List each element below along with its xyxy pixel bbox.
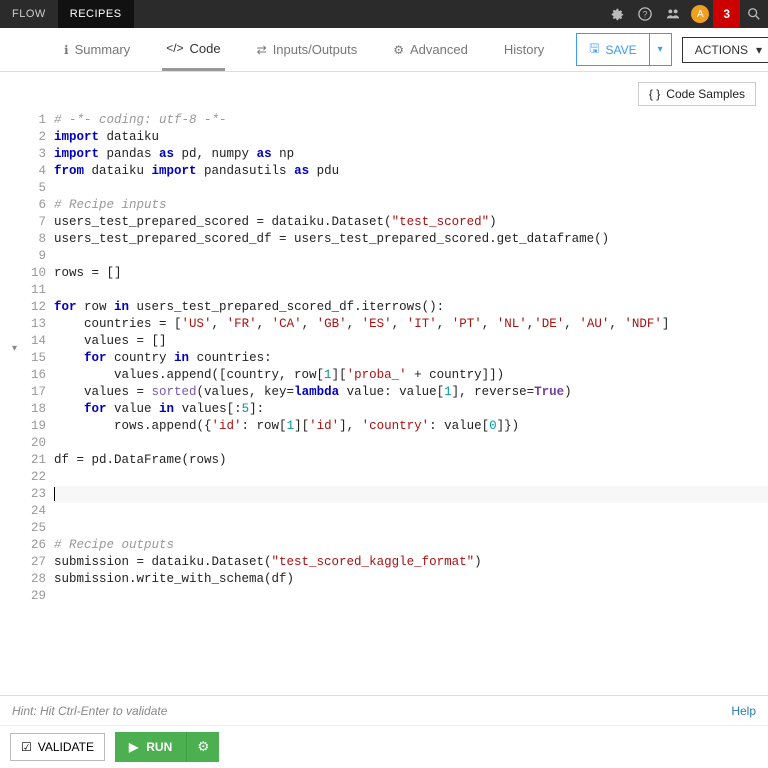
line-number: 19: [0, 418, 46, 435]
tab-history-label: History: [504, 42, 544, 57]
text-cursor: [54, 487, 55, 501]
global-top-bar: FLOW RECIPES ? A 3: [0, 0, 768, 28]
topnav-tabs: FLOW RECIPES: [0, 0, 134, 28]
recipe-subnav: ℹ Summary </> Code ⇄ Inputs/Outputs ⚙ Advanc…: [0, 28, 768, 72]
line-number: 6: [0, 197, 46, 214]
run-button-label: RUN: [146, 740, 172, 754]
search-icon[interactable]: [740, 0, 768, 28]
run-bar: ☑ VALIDATE ▶ RUN ⚙: [0, 726, 768, 768]
tab-code-label: Code: [190, 41, 221, 56]
actions-button[interactable]: ACTIONS ▾: [682, 37, 768, 63]
line-number: 26: [0, 537, 46, 554]
gear-icon[interactable]: [603, 0, 631, 28]
save-button[interactable]: 🖫 SAVE: [576, 33, 648, 66]
tab-advanced-label: Advanced: [410, 42, 468, 57]
tab-summary-label: Summary: [75, 42, 131, 57]
caret-down-icon: ▾: [756, 43, 762, 57]
save-button-group: 🖫 SAVE ▾: [576, 33, 671, 66]
line-number: 11: [0, 282, 46, 299]
save-icon: 🖫: [589, 39, 599, 60]
line-number: 28: [0, 571, 46, 588]
code-content[interactable]: # -*- coding: utf-8 -*- import dataiku i…: [54, 112, 768, 605]
actions-button-label: ACTIONS: [695, 43, 748, 57]
line-number: 10: [0, 265, 46, 282]
line-number: 4: [0, 163, 46, 180]
line-number: 2: [0, 129, 46, 146]
validate-button-label: VALIDATE: [38, 740, 94, 754]
help-icon[interactable]: ?: [631, 0, 659, 28]
line-number: 29: [0, 588, 46, 605]
code-editor-area: { }Code Samples ▾ 1234567891011121314151…: [0, 72, 768, 696]
line-number: 12: [0, 299, 46, 316]
line-number: 22: [0, 469, 46, 486]
hint-text: Hint: Hit Ctrl-Enter to validate: [12, 704, 167, 718]
braces-icon: { }: [649, 87, 660, 101]
line-number: 3: [0, 146, 46, 163]
tab-summary[interactable]: ℹ Summary: [60, 28, 134, 71]
line-number: 15: [0, 350, 46, 367]
validate-button[interactable]: ☑ VALIDATE: [10, 733, 105, 761]
caret-down-icon: ▾: [658, 44, 663, 55]
run-options-button[interactable]: ⚙: [186, 732, 219, 762]
tab-advanced[interactable]: ⚙ Advanced: [389, 28, 472, 71]
line-number: 5: [0, 180, 46, 197]
io-icon: ⇄: [257, 43, 267, 57]
help-link[interactable]: Help: [731, 704, 756, 718]
tab-code[interactable]: </> Code: [162, 28, 224, 71]
editor-footer: Hint: Hit Ctrl-Enter to validate Help: [0, 696, 768, 726]
tab-io[interactable]: ⇄ Inputs/Outputs: [253, 28, 362, 71]
run-button[interactable]: ▶ RUN: [115, 732, 186, 762]
notification-badge[interactable]: 3: [713, 0, 740, 28]
line-number: 1: [0, 112, 46, 129]
save-dropdown-button[interactable]: ▾: [649, 33, 672, 66]
line-number: 24: [0, 503, 46, 520]
gear-icon: ⚙: [197, 739, 209, 755]
line-number: 8: [0, 231, 46, 248]
play-icon: ▶: [129, 740, 138, 754]
tab-history[interactable]: History: [500, 28, 548, 71]
line-number: 16: [0, 367, 46, 384]
tab-io-label: Inputs/Outputs: [273, 42, 358, 57]
line-number-gutter: ▾ 12345678910111213141516171819202122232…: [0, 112, 54, 605]
line-number: 7: [0, 214, 46, 231]
code-editor[interactable]: ▾ 12345678910111213141516171819202122232…: [0, 72, 768, 605]
code-samples-label: Code Samples: [666, 87, 745, 101]
code-icon: </>: [166, 41, 183, 55]
topnav-tab-recipes[interactable]: RECIPES: [58, 0, 134, 28]
fold-icon[interactable]: ▾: [12, 341, 17, 358]
check-icon: ☑: [21, 740, 32, 754]
line-number: 20: [0, 435, 46, 452]
line-number: 23: [0, 486, 46, 503]
subnav-actions: 🖫 SAVE ▾ ACTIONS ▾: [576, 33, 768, 66]
topnav-tab-flow[interactable]: FLOW: [0, 0, 58, 28]
avatar[interactable]: A: [691, 5, 709, 23]
line-number: 18: [0, 401, 46, 418]
line-number: 9: [0, 248, 46, 265]
svg-text:?: ?: [643, 10, 648, 20]
line-number: 14: [0, 333, 46, 350]
line-number: 27: [0, 554, 46, 571]
users-icon[interactable]: [659, 0, 687, 28]
line-number: 17: [0, 384, 46, 401]
run-button-group: ▶ RUN ⚙: [115, 732, 219, 762]
save-button-label: SAVE: [606, 43, 637, 57]
line-number: 25: [0, 520, 46, 537]
code-samples-button[interactable]: { } Code Samples: [638, 82, 756, 106]
code-line: # -*- coding: utf-8 -*-: [54, 113, 227, 127]
line-number: 21: [0, 452, 46, 469]
gear-icon: ⚙: [393, 43, 404, 57]
line-number: 13: [0, 316, 46, 333]
topnav-right: ? A 3: [603, 0, 768, 28]
info-icon: ℹ: [64, 43, 69, 57]
